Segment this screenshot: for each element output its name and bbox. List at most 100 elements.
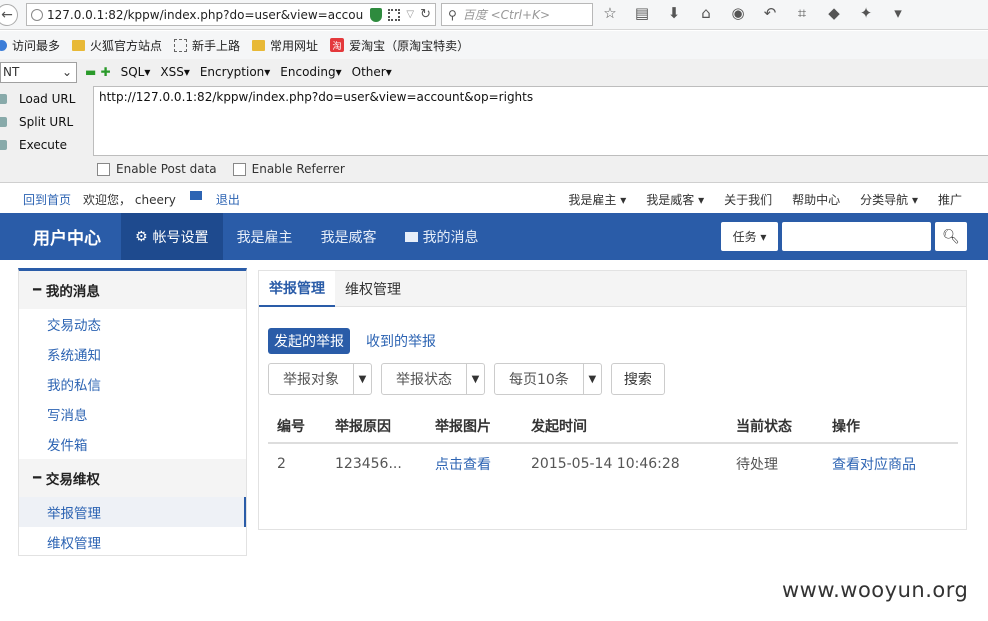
load-icon [0, 93, 7, 104]
download-icon[interactable]: ⬇ [664, 4, 684, 22]
address-bar[interactable]: 127.0.0.1:82/kppw/index.php?do=user&view… [26, 3, 436, 26]
col-reason: 举报原因 [326, 409, 426, 444]
load-url-button[interactable]: Load URL [0, 87, 90, 110]
sidebar-item-report-management[interactable]: 举报管理 [19, 497, 246, 527]
reload-icon[interactable]: ↻ [420, 7, 431, 22]
split-url-button[interactable]: Split URL [0, 110, 90, 133]
table-header-row: 编号 举报原因 举报图片 发起时间 当前状态 操作 [268, 409, 958, 444]
split-icon [0, 116, 7, 127]
undo-icon[interactable]: ↶ [760, 4, 780, 22]
comment-icon[interactable]: ◆ [824, 4, 844, 22]
sidebar-item-system-notice[interactable]: 系统通知 [19, 339, 246, 369]
nav-messages[interactable]: 我的消息 [391, 213, 493, 260]
subtab-received-reports[interactable]: 收到的举报 [360, 328, 442, 354]
nav-search-button[interactable]: 🔍︎ [935, 222, 967, 251]
site-top-bar: 回到首页 欢迎您， cheery 退出 我是雇主 ▾ 我是威客 ▾ 关于我们 帮… [0, 184, 988, 212]
about-link[interactable]: 关于我们 [724, 191, 772, 208]
search-icon: 🔍︎ [942, 228, 960, 245]
chevron-down-icon: ▼ [353, 364, 371, 394]
qr-code-icon[interactable] [388, 8, 401, 21]
cell-reason: 123456... [335, 455, 402, 472]
col-time: 发起时间 [522, 409, 727, 444]
plus-minus-icon[interactable]: ▬ ✚ [85, 65, 111, 79]
bookmark-getting-started[interactable]: 新手上路 [174, 37, 240, 54]
category-nav-menu[interactable]: 分类导航 ▾ [860, 191, 918, 208]
gear-icon: ⚙ [135, 228, 148, 245]
hackbar-select[interactable]: NT ⌄ [0, 61, 77, 83]
bookmark-firefox-site[interactable]: 火狐官方站点 [72, 37, 162, 54]
globe-icon [31, 8, 43, 21]
hackbar-panel: NT ⌄ ▬ ✚ SQL▾ XSS▾ Encryption▾ Encoding▾ … [0, 59, 988, 183]
sidebar-item-write-message[interactable]: 写消息 [19, 399, 246, 429]
nav-employer[interactable]: 我是雇主 [223, 213, 307, 260]
bookmarks-bar: 访问最多 火狐官方站点 新手上路 常用网址 淘爱淘宝（原淘宝特卖） [0, 31, 988, 59]
sidebar-item-trade-news[interactable]: 交易动态 [19, 309, 246, 339]
cell-status: 待处理 [736, 456, 778, 473]
promotion-link[interactable]: 推广 [938, 191, 962, 208]
sidebar-group-rights[interactable]: ━ 交易维权 [19, 459, 246, 497]
cell-id: 2 [277, 455, 286, 472]
execute-button[interactable]: Execute [0, 133, 90, 156]
sidebar-item-rights-management[interactable]: 维权管理 [19, 527, 246, 557]
user-center-brand[interactable]: 用户中心 [33, 224, 121, 249]
menu-encoding[interactable]: Encoding▾ [280, 65, 341, 79]
envelope-icon [404, 231, 418, 242]
witkey-menu[interactable]: 我是威客 ▾ [646, 191, 704, 208]
main-nav: 用户中心 ⚙ 帐号设置 我是雇主 我是威客 我的消息 任务 ▾ 🔍︎ [0, 213, 988, 260]
employer-menu[interactable]: 我是雇主 ▾ [568, 191, 626, 208]
bookmark-most-visited[interactable]: 访问最多 [0, 37, 60, 54]
page-size-select[interactable]: 每页10条 ▼ [494, 363, 602, 395]
nav-search-input[interactable] [782, 222, 931, 251]
shield-icon[interactable] [370, 7, 383, 22]
folder-icon [72, 39, 86, 51]
tab-rights-management[interactable]: 维权管理 [335, 271, 411, 307]
crop-icon[interactable]: ⌗ [792, 4, 812, 22]
address-text[interactable]: 127.0.0.1:82/kppw/index.php?do=user&view… [47, 8, 366, 22]
col-image: 举报图片 [426, 409, 522, 444]
report-status-select[interactable]: 举报状态 ▼ [381, 363, 485, 395]
logout-link[interactable]: 退出 [216, 191, 240, 208]
checkbox[interactable] [97, 162, 110, 176]
help-link[interactable]: 帮助中心 [792, 191, 840, 208]
enable-referrer-checkbox[interactable]: Enable Referrer [232, 162, 345, 176]
browser-toolbar: ← 127.0.0.1:82/kppw/index.php?do=user&vi… [0, 0, 988, 30]
menu-other[interactable]: Other▾ [352, 65, 392, 79]
extension-icon[interactable]: ✦ [856, 4, 876, 22]
sidebar: ━ 我的消息 交易动态 系统通知 我的私信 写消息 发件箱 ━ 交易维权 举报管… [18, 268, 247, 556]
sidebar-item-outbox[interactable]: 发件箱 [19, 429, 246, 459]
mail-icon[interactable] [189, 191, 202, 200]
subtab-initiated-reports[interactable]: 发起的举报 [268, 328, 350, 354]
bookmark-aitaobao[interactable]: 淘爱淘宝（原淘宝特卖） [330, 37, 469, 54]
report-target-select[interactable]: 举报对象 ▼ [268, 363, 372, 395]
browser-search-box[interactable]: ⚲ 百度 <Ctrl+K> [441, 3, 593, 26]
username: cheery [134, 193, 176, 207]
search-button[interactable]: 搜索 [610, 363, 665, 395]
menu-encryption[interactable]: Encryption▾ [200, 65, 270, 79]
task-dropdown[interactable]: 任务 ▾ [721, 222, 778, 251]
nav-account-settings[interactable]: ⚙ 帐号设置 [121, 213, 223, 260]
menu-xss[interactable]: XSS▾ [160, 65, 189, 79]
tab-report-management[interactable]: 举报管理 [259, 271, 335, 307]
menu-sql[interactable]: SQL▾ [121, 65, 151, 79]
chat-icon[interactable]: ◉ [728, 4, 748, 22]
dropdown-arrow-icon[interactable]: ▽ [406, 9, 414, 20]
welcome-text: 欢迎您， cheery [83, 193, 176, 207]
view-product-link[interactable]: 查看对应商品 [823, 443, 958, 483]
sidebar-item-private-messages[interactable]: 我的私信 [19, 369, 246, 399]
reader-icon[interactable]: ▤ [632, 4, 652, 22]
checkbox[interactable] [232, 162, 246, 176]
sidebar-group-messages[interactable]: ━ 我的消息 [19, 271, 246, 309]
nav-witkey[interactable]: 我是威客 [307, 213, 391, 260]
enable-post-checkbox[interactable]: Enable Post data [97, 162, 217, 176]
home-icon[interactable]: ⌂ [696, 4, 716, 22]
back-arrow-icon[interactable]: ← [0, 3, 18, 26]
menu-icon[interactable]: ▾ [888, 4, 908, 22]
bookmark-common-sites[interactable]: 常用网址 [252, 37, 318, 54]
search-placeholder: 百度 <Ctrl+K> [462, 8, 550, 22]
chevron-down-icon: ▼ [466, 364, 484, 394]
home-link[interactable]: 回到首页 [23, 191, 71, 208]
chevron-down-icon: ⌄ [61, 65, 72, 79]
view-image-link[interactable]: 点击查看 [426, 443, 522, 483]
hackbar-url-textarea[interactable]: http://127.0.0.1:82/kppw/index.php?do=us… [93, 86, 988, 156]
star-icon[interactable]: ☆ [600, 4, 620, 22]
